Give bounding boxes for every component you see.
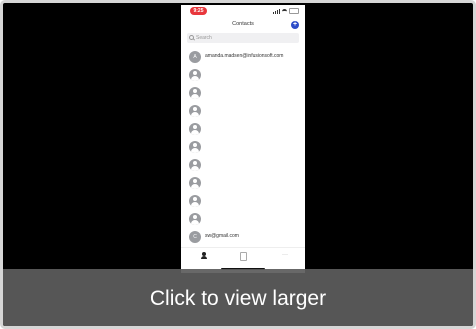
view-larger-link[interactable]: Click to view larger — [3, 287, 473, 311]
phone-screen: 9:25 Contacts + Aamanda.madsen@infusions… — [181, 5, 305, 273]
avatar: A — [189, 51, 201, 63]
avatar-placeholder-icon — [189, 105, 201, 117]
avatar-placeholder-icon — [189, 177, 201, 189]
avatar-placeholder-icon — [189, 87, 201, 99]
avatar-placeholder-icon — [189, 123, 201, 135]
caption-bar[interactable]: Click to view larger — [3, 269, 473, 326]
page-title: Contacts — [232, 21, 254, 27]
contact-row[interactable] — [181, 102, 305, 120]
add-contact-button[interactable]: + — [291, 21, 299, 29]
contact-row[interactable] — [181, 156, 305, 174]
search-icon — [189, 35, 194, 40]
avatar-placeholder-icon — [189, 141, 201, 153]
signal-icon — [273, 8, 280, 14]
contact-row[interactable] — [181, 66, 305, 84]
screenshot-frame: 9:25 Contacts + Aamanda.madsen@infusions… — [0, 0, 476, 329]
status-time: 9:25 — [190, 7, 207, 15]
avatar-placeholder-icon — [189, 195, 201, 207]
tab-contacts[interactable] — [197, 252, 211, 262]
document-icon — [239, 252, 247, 261]
contact-row[interactable]: Aamanda.madsen@infusionsoft.com — [181, 48, 305, 66]
contact-row[interactable] — [181, 210, 305, 228]
contacts-list: Aamanda.madsen@infusionsoft.com Csw@gmail… — [181, 48, 305, 246]
tab-more[interactable]: ··· — [278, 252, 292, 262]
avatar-placeholder-icon — [189, 213, 201, 225]
status-bar: 9:25 — [181, 5, 305, 17]
contact-row[interactable]: Csw@gmail.com — [181, 228, 305, 246]
tab-notes[interactable] — [236, 252, 250, 262]
contact-name: amanda.madsen@infusionsoft.com — [205, 53, 284, 59]
person-icon — [200, 252, 208, 260]
contact-row[interactable] — [181, 120, 305, 138]
battery-icon — [289, 8, 299, 14]
more-icon: ··· — [282, 252, 288, 258]
contact-row[interactable] — [181, 174, 305, 192]
contact-row[interactable] — [181, 192, 305, 210]
avatar-placeholder-icon — [189, 159, 201, 171]
search-bar[interactable] — [187, 33, 299, 43]
search-input[interactable] — [196, 33, 296, 43]
avatar: C — [189, 231, 201, 243]
contact-name: sw@gmail.com — [205, 233, 239, 239]
avatar-placeholder-icon — [189, 69, 201, 81]
wifi-icon — [282, 9, 287, 13]
contact-row[interactable] — [181, 138, 305, 156]
status-icons — [273, 8, 299, 14]
nav-bar: Contacts + — [181, 19, 305, 31]
contact-row[interactable] — [181, 84, 305, 102]
